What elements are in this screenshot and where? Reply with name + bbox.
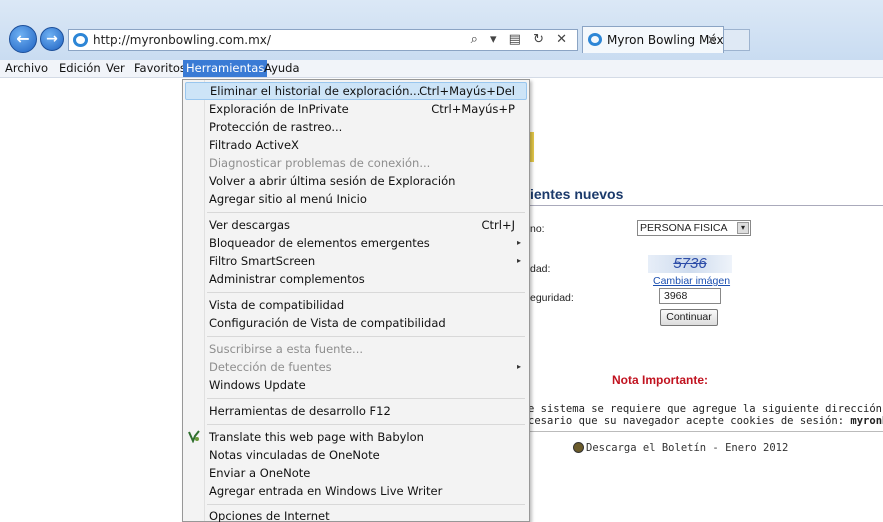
shortcut: Ctrl+Mayús+P <box>431 102 515 116</box>
captcha-image: 5736 <box>648 255 732 273</box>
boletin-text: Descarga el Boletín - Enero 2012 <box>586 442 789 454</box>
menu-separator <box>207 504 525 505</box>
ie-icon <box>73 33 88 47</box>
menu-item-subscribe-feed: Suscribirse a esta fuente... <box>209 342 364 356</box>
menu-item-add-to-start[interactable]: Agregar sitio al menú Inicio <box>209 190 527 208</box>
tools-menu: Eliminar el historial de exploración... C… <box>182 79 530 522</box>
menu-archivo[interactable]: Archivo <box>2 60 51 77</box>
shortcut: Ctrl+Mayús+Del <box>419 84 515 98</box>
menu-favoritos[interactable]: Favoritos <box>131 60 189 77</box>
address-url: http://myronbowling.com.mx/ <box>93 33 271 47</box>
chevron-right-icon: ▸ <box>516 238 521 247</box>
label-tipo: no: <box>530 223 545 235</box>
address-bar[interactable]: http://myronbowling.com.mx/ ⌕ ▾ ▤ ↻ ✕ <box>68 29 578 51</box>
change-captcha-link[interactable]: Cambiar imágen <box>653 275 730 287</box>
security-code-input[interactable]: 3968 <box>659 288 721 304</box>
shortcut: Ctrl+J <box>481 218 516 232</box>
menu-separator <box>207 292 525 293</box>
tab-myron-bowling[interactable]: Myron Bowling Méx... ✕ <box>582 26 735 53</box>
nota-title: Nota Importante: <box>612 373 708 387</box>
menu-item-label: Detección de fuentes <box>209 360 332 374</box>
menu-item-developer-tools[interactable]: Herramientas de desarrollo F12 <box>209 402 527 420</box>
chevron-right-icon: ▸ <box>516 256 521 265</box>
menu-item-send-onenote[interactable]: Enviar a OneNote <box>209 464 527 482</box>
menu-item-label: Filtro SmartScreen <box>209 254 316 268</box>
menu-item-manage-addons[interactable]: Administrar complementos <box>209 270 527 288</box>
chevron-down-icon[interactable]: ▾ <box>737 222 749 234</box>
close-icon[interactable]: ✕ <box>707 27 717 53</box>
menu-separator <box>207 398 525 399</box>
boletin-link[interactable]: Descarga el Boletín - Enero 2012 <box>573 442 788 454</box>
menu-gutter <box>204 80 205 521</box>
menu-item-reopen-session[interactable]: Volver a abrir última sesión de Explorac… <box>209 172 527 190</box>
divider <box>530 205 883 206</box>
menu-item-compatibility-view[interactable]: Vista de compatibilidad <box>209 296 527 314</box>
menu-bar: Archivo Edición Ver Favoritos Herramient… <box>0 60 883 78</box>
menu-item-live-writer[interactable]: Agregar entrada en Windows Live Writer <box>209 482 527 500</box>
menu-item-label: Exploración de InPrivate <box>209 102 349 116</box>
page-heading: ientes nuevos <box>530 186 624 202</box>
new-tab-button[interactable] <box>724 29 750 51</box>
browser-toolbar: ← → http://myronbowling.com.mx/ ⌕ ▾ ▤ ↻ … <box>0 0 883 60</box>
browser-window: ← → http://myronbowling.com.mx/ ⌕ ▾ ▤ ↻ … <box>0 0 883 522</box>
menu-edicion[interactable]: Edición <box>56 60 104 77</box>
select-value: PERSONA FISICA <box>640 222 728 234</box>
menu-item-label: Eliminar el historial de exploración... <box>210 84 421 98</box>
menu-item-compatibility-settings[interactable]: Configuración de Vista de compatibilidad <box>209 314 527 332</box>
menu-item-babylon-translate[interactable]: Translate this web page with Babylon <box>188 428 527 446</box>
menu-item-label: Translate this web page with Babylon <box>209 430 424 444</box>
menu-item-internet-options[interactable]: Opciones de Internet <box>209 507 527 522</box>
forward-button[interactable]: → <box>40 27 64 51</box>
menu-item-delete-history[interactable]: Eliminar el historial de exploración... C… <box>185 82 527 100</box>
menu-item-tracking-protection[interactable]: Protección de rastreo... <box>209 118 527 136</box>
nota-line-1: e sistema se requiere que agregue la sig… <box>528 403 883 415</box>
nota-line-2: cesario que su navegador acepte cookies … <box>528 415 883 427</box>
babylon-icon <box>188 430 200 443</box>
menu-item-view-downloads[interactable]: Ver descargas Ctrl+J <box>209 216 527 234</box>
menu-item-onenote-linked[interactable]: Notas vinculadas de OneNote <box>209 446 527 464</box>
menu-item-popup-blocker[interactable]: Bloqueador de elementos emergentes ▸ <box>209 234 527 252</box>
menu-separator <box>207 336 525 337</box>
boletin-icon <box>573 442 584 453</box>
address-tools[interactable]: ⌕ ▾ ▤ ↻ ✕ <box>471 30 571 50</box>
menu-separator <box>207 424 525 425</box>
continue-button[interactable]: Continuar <box>660 309 718 326</box>
menu-item-label: Ver descargas <box>209 218 291 232</box>
label-seguridad: eguridad: <box>530 292 574 304</box>
divider <box>530 431 883 432</box>
menu-ver[interactable]: Ver <box>103 60 128 77</box>
menu-item-windows-update[interactable]: Windows Update <box>209 376 527 394</box>
menu-item-label: Bloqueador de elementos emergentes <box>209 236 430 250</box>
chevron-right-icon: ▸ <box>516 362 521 371</box>
menu-separator <box>207 212 525 213</box>
domain-bold: myronbowling.mx <box>850 415 883 427</box>
menu-ayuda[interactable]: Ayuda <box>261 60 303 77</box>
tipo-persona-select[interactable]: PERSONA FISICA ▾ <box>637 220 751 236</box>
menu-item-activex-filtering[interactable]: Filtrado ActiveX <box>209 136 527 154</box>
menu-item-inprivate[interactable]: Exploración de InPrivate Ctrl+Mayús+P <box>209 100 527 118</box>
menu-item-smartscreen[interactable]: Filtro SmartScreen ▸ <box>209 252 527 270</box>
menu-item-feed-discovery: Detección de fuentes ▸ <box>209 358 527 376</box>
ie-icon <box>588 33 602 46</box>
nota-line-2-text: cesario que su navegador acepte cookies … <box>528 415 851 427</box>
menu-item-diagnose-connection: Diagnosticar problemas de conexión... <box>209 156 431 170</box>
label-codigo: dad: <box>530 263 551 275</box>
back-button[interactable]: ← <box>9 25 37 53</box>
menu-herramientas[interactable]: Herramientas <box>183 60 268 77</box>
nota-text: e sistema se requiere que agregue la sig… <box>528 403 883 427</box>
